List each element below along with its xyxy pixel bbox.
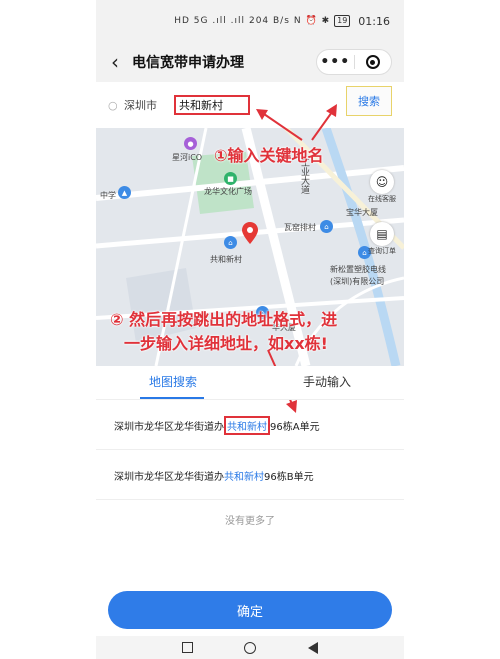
address-suffix: 96栋A单元 — [270, 422, 320, 433]
title-bar: ‹ 电信宽带申请办理 ••• — [96, 42, 404, 82]
active-tab-indicator — [140, 397, 204, 399]
close-mini-program-icon[interactable] — [355, 55, 392, 69]
back-icon[interactable]: ‹ — [100, 50, 130, 74]
network-speed: 204 B/s — [248, 16, 290, 26]
address-suffix: 96栋B单元 — [264, 472, 314, 483]
battery-icon: 19 — [334, 15, 351, 27]
system-nav-bar — [96, 636, 404, 659]
address-highlight: 共和新村 — [224, 472, 264, 483]
network-indicator: HD 5G .ıll .ıll — [174, 16, 245, 26]
more-icon[interactable]: ••• — [317, 54, 354, 70]
no-more-text: 没有更多了 — [225, 516, 275, 527]
status-bar: HD 5G .ıll .ıll 204 B/s N ⏰ ✱ 19 01:16 — [96, 0, 404, 42]
search-mode-tabs: 地图搜索 手动输入 — [96, 366, 404, 400]
address-result-item[interactable]: 深圳市龙华区龙华街道办 共和新村 96栋B单元 — [96, 452, 404, 500]
address-prefix: 深圳市龙华区龙华街道办 — [114, 422, 224, 433]
recent-apps-icon[interactable] — [181, 642, 193, 653]
nav-back-icon[interactable] — [308, 641, 319, 654]
address-highlight: 共和新村 — [224, 416, 270, 435]
mini-program-capsule: ••• — [316, 49, 392, 75]
address-prefix: 深圳市龙华区龙华街道办 — [114, 472, 224, 483]
phone-screen: HD 5G .ıll .ıll 204 B/s N ⏰ ✱ 19 01:16 ‹… — [96, 0, 404, 659]
tab-map-search[interactable]: 地图搜索 — [96, 366, 250, 399]
clock: 01:16 — [358, 14, 390, 28]
confirm-button[interactable]: 确定 — [108, 591, 392, 629]
tab-manual-input[interactable]: 手动输入 — [250, 366, 404, 399]
page-title: 电信宽带申请办理 — [132, 55, 244, 71]
address-result-item[interactable]: 深圳市龙华区龙华街道办 共和新村 96栋A单元 — [96, 402, 404, 450]
home-icon[interactable] — [244, 641, 257, 654]
status-icons: N ⏰ ✱ — [293, 16, 331, 26]
